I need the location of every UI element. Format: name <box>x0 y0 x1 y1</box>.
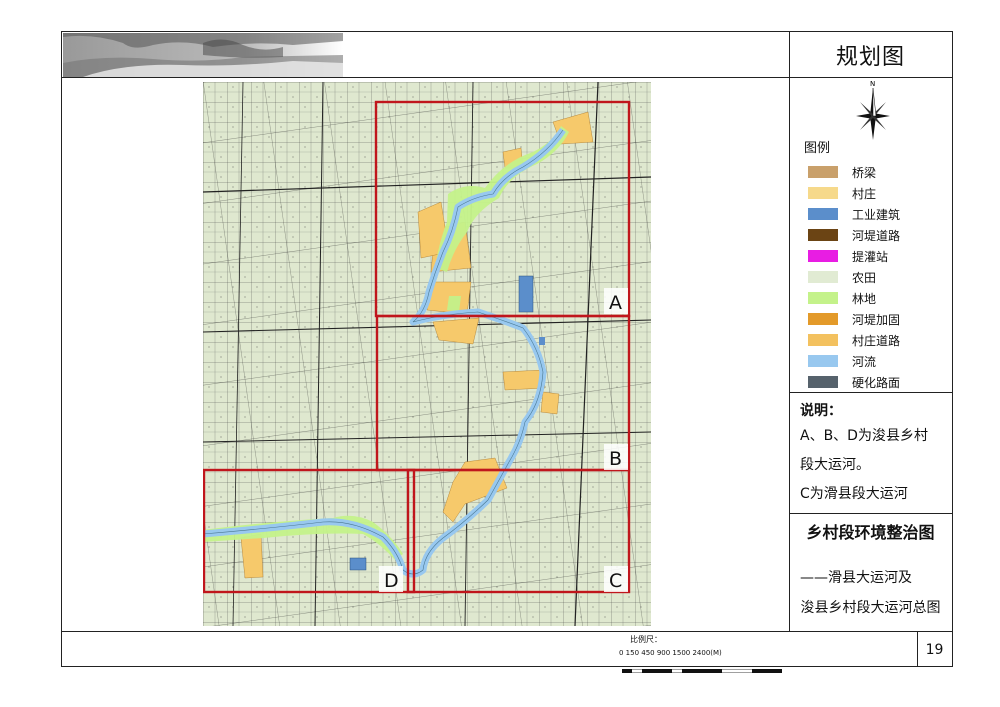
legend-swatch <box>808 271 838 283</box>
legend-label: 提灌站 <box>852 249 889 264</box>
north-label: N <box>870 80 875 88</box>
planning-map: A B C D <box>202 81 652 627</box>
legend-label: 林地 <box>852 291 877 306</box>
zone-label-a: A <box>609 292 622 314</box>
drawing-subtitle-2: 浚县乡村段大运河总图 <box>800 600 941 616</box>
zone-label-d: D <box>384 570 399 592</box>
legend-item: 村庄道路 <box>808 333 901 348</box>
notes-divider <box>789 513 953 514</box>
scale-label: 比例尺： <box>630 635 662 644</box>
header-photo <box>63 33 343 77</box>
legend-label: 河堤道路 <box>852 228 901 243</box>
legend-swatch <box>808 292 838 304</box>
legend-label: 工业建筑 <box>852 207 901 222</box>
legend-item: 桥梁 <box>808 165 877 180</box>
legend-item: 工业建筑 <box>808 207 901 222</box>
legend-item: 硬化路面 <box>808 375 901 390</box>
industrial-building <box>518 275 534 313</box>
drawing-subtitle-1: ——滑县大运河及 <box>800 570 912 586</box>
drawing-type-title: 规划图 <box>835 45 905 70</box>
zone-label-b: B <box>609 448 622 470</box>
legend-swatch <box>808 313 838 325</box>
page-number: 19 <box>925 641 944 658</box>
legend-item: 林地 <box>808 291 877 306</box>
scale-ticks: 0 150 450 900 1500 2400(M) <box>619 649 722 657</box>
legend-item: 河堤道路 <box>808 228 901 243</box>
note-line-1: A、B、D为浚县乡村 <box>800 428 928 444</box>
legend-item: 河堤加固 <box>808 312 901 327</box>
legend-swatch <box>808 187 838 199</box>
legend-label: 河流 <box>852 354 877 369</box>
legend-swatch <box>808 229 838 241</box>
legend-label: 河堤加固 <box>852 312 901 327</box>
legend-item: 河流 <box>808 354 877 369</box>
legend-swatch <box>808 334 838 346</box>
north-arrow-icon: N <box>848 78 898 148</box>
drawing-title: 乡村段环境整治图 <box>806 523 935 542</box>
note-line-3: C为滑县段大运河 <box>800 486 908 502</box>
legend-item: 提灌站 <box>808 249 889 264</box>
scale-bar <box>621 658 783 674</box>
note-line-2: 段大运河。 <box>800 457 870 473</box>
legend-title: 图例 <box>804 141 831 156</box>
legend-label: 村庄 <box>852 186 877 201</box>
header-divider <box>61 77 953 78</box>
footer-divider <box>61 631 953 632</box>
legend-label: 农田 <box>852 270 877 285</box>
legend-label: 硬化路面 <box>852 375 901 390</box>
legend-swatch <box>808 166 838 178</box>
legend-swatch <box>808 208 838 220</box>
legend-swatch <box>808 376 838 388</box>
legend-swatch <box>808 250 838 262</box>
legend-item: 村庄 <box>808 186 877 201</box>
legend-swatch <box>808 355 838 367</box>
notes-title: 说明： <box>800 403 842 419</box>
zone-label-c: C <box>609 570 622 592</box>
legend-item: 农田 <box>808 270 877 285</box>
legend-label: 桥梁 <box>852 165 877 180</box>
legend-divider <box>789 392 953 393</box>
legend-label: 村庄道路 <box>852 333 901 348</box>
